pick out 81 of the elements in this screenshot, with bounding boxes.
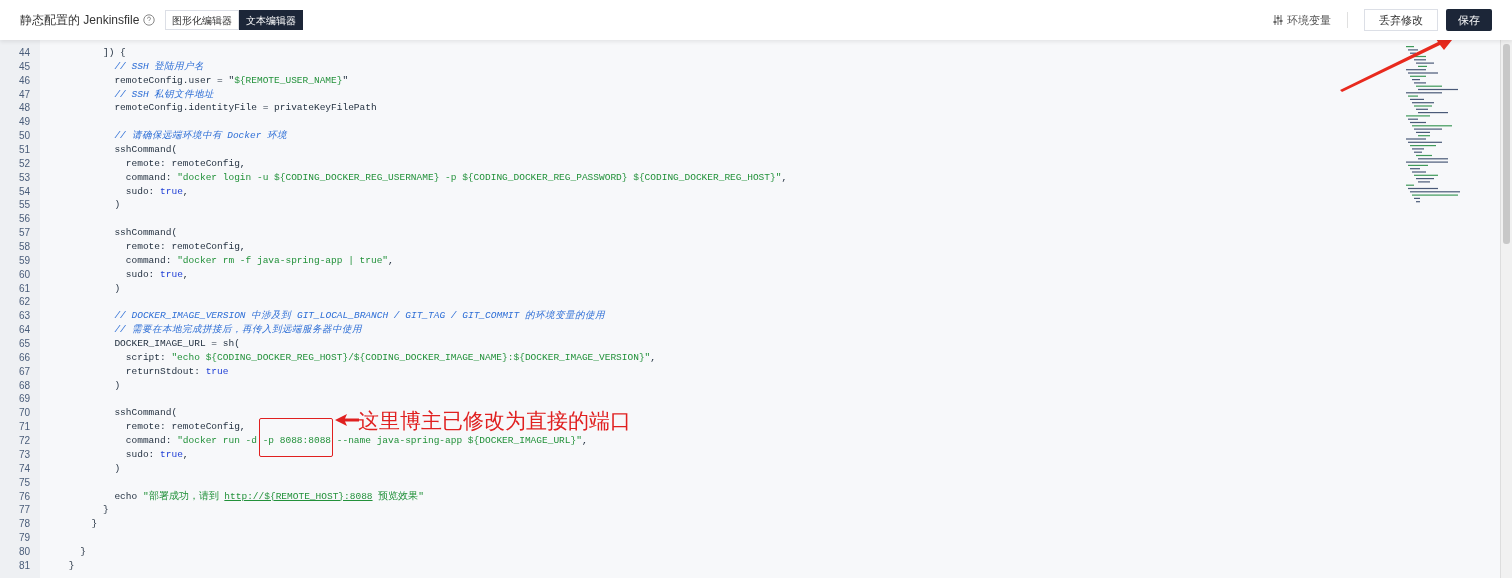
line-number: 57	[18, 226, 30, 241]
line-number: 51	[18, 143, 30, 157]
line-number: 62	[18, 295, 30, 310]
line-number: 64	[18, 323, 30, 338]
line-number: 70	[18, 406, 30, 421]
line-number: 73	[18, 447, 30, 462]
line-number: 48	[18, 101, 30, 116]
code-line: command: "docker rm -f java-spring-app | true",	[124, 254, 394, 266]
line-number: 49	[18, 115, 30, 130]
annotation-arrow	[335, 414, 359, 426]
code-line: sshCommand(	[113, 407, 178, 419]
line-number: 56	[18, 212, 30, 227]
line-number: 66	[18, 350, 30, 365]
help-icon[interactable]	[143, 14, 156, 26]
code-line: // SSH 登陆用户名	[113, 60, 205, 72]
code-line: echo "部署成功，请到 http://${REMOTE_HOST}:8088 预览效果"	[113, 490, 424, 502]
line-number: 71	[18, 420, 30, 435]
line-number: 80	[18, 544, 30, 559]
code-line: remoteConfig.identityFile = privateKeyFilePath	[113, 102, 377, 114]
line-number: 78	[18, 517, 30, 532]
line-number: 67	[18, 364, 30, 379]
line-number: 60	[18, 267, 30, 282]
code-line: returnStdout: true	[124, 365, 229, 377]
annotation-text: 这里博主已修改为直接的端口	[358, 408, 631, 434]
code-line: sudo: true,	[124, 185, 189, 197]
code-line: }	[79, 545, 86, 557]
code-line: // 请确保远端环境中有 Docker 环境	[113, 130, 288, 142]
line-number: 72	[18, 434, 30, 448]
line-number: 81	[18, 558, 30, 573]
line-number: 75	[18, 475, 30, 490]
line-number: 69	[18, 392, 30, 407]
line-number: 45	[18, 59, 30, 74]
line-number: 76	[18, 489, 30, 504]
code-line: remote: remoteConfig,	[124, 157, 246, 169]
code-line: sshCommand(	[113, 227, 178, 239]
code-line: // SSH 私钥文件地址	[113, 88, 215, 100]
scrollbar[interactable]	[1500, 40, 1512, 578]
env-variables-button[interactable]: 环境变量	[1273, 11, 1331, 29]
line-number: 55	[18, 198, 30, 213]
line-number: 50	[18, 129, 30, 143]
code-line: }	[67, 559, 75, 571]
line-number: 52	[18, 156, 30, 171]
editor-mode-tab[interactable]: 图形化编辑器	[165, 10, 240, 30]
page-title: 静态配置的 Jenkinsfile	[20, 12, 140, 29]
line-number: 68	[18, 378, 30, 393]
code-line: // 需要在本地完成拼接后，再传入到远端服务器中使用	[113, 324, 362, 336]
line-number: 79	[18, 531, 30, 545]
code-line: remote: remoteConfig,	[124, 241, 246, 253]
code-line: )	[113, 199, 121, 211]
line-number: 53	[18, 170, 30, 185]
code-line: command: "docker login -u ${CODING_DOCKER_REG_USERNAME} -p ${CODING_DOCKER_REG_PASSWORD} ${CODING_DOCKER_REG_HOST}",	[124, 171, 788, 183]
line-number: 44	[18, 46, 30, 60]
code-line: remote: remoteConfig,	[124, 421, 246, 433]
line-number: 74	[18, 461, 30, 476]
save-button[interactable]: 保存	[1446, 9, 1492, 31]
line-number: 46	[18, 73, 30, 88]
sliders-icon	[1273, 15, 1283, 25]
line-number: 63	[18, 309, 30, 324]
line-number: 61	[18, 281, 30, 296]
line-number: 47	[18, 87, 30, 102]
code-line: command: "docker run -d -p 8088:8088 --name java-spring-app ${DOCKER_IMAGE_URL}",	[124, 435, 588, 447]
line-number: 54	[18, 184, 30, 199]
code-line: DOCKER_IMAGE_URL = sh(	[113, 338, 240, 350]
discard-changes-button[interactable]: 丢弃修改	[1364, 9, 1438, 31]
code-line: script: "echo ${CODING_DOCKER_REG_HOST}/${CODING_DOCKER_IMAGE_NAME}:${DOCKER_IMAGE_VERSION}",	[124, 351, 656, 363]
code-line: )	[113, 379, 121, 391]
line-number: 77	[18, 503, 30, 518]
code-line: sudo: true,	[124, 448, 189, 460]
code-line: }	[90, 518, 98, 530]
editor-mode-tab[interactable]: 文本编辑器	[239, 10, 304, 30]
code-line: )	[113, 462, 121, 474]
code-line: )	[113, 282, 121, 294]
code-line: sshCommand(	[113, 144, 178, 155]
line-number: 58	[18, 240, 30, 254]
code-line: }	[102, 504, 109, 516]
line-number: 59	[18, 253, 30, 268]
code-line: remoteConfig.user = "${REMOTE_USER_NAME}"	[113, 74, 349, 86]
line-number: 65	[18, 337, 30, 351]
code-line: ]) {	[102, 47, 126, 58]
code-line: // DOCKER_IMAGE_VERSION 中涉及到 GIT_LOCAL_BRANCH / GIT_TAG / GIT_COMMIT 的环境变量的使用	[113, 310, 605, 322]
code-line: sudo: true,	[124, 268, 189, 280]
